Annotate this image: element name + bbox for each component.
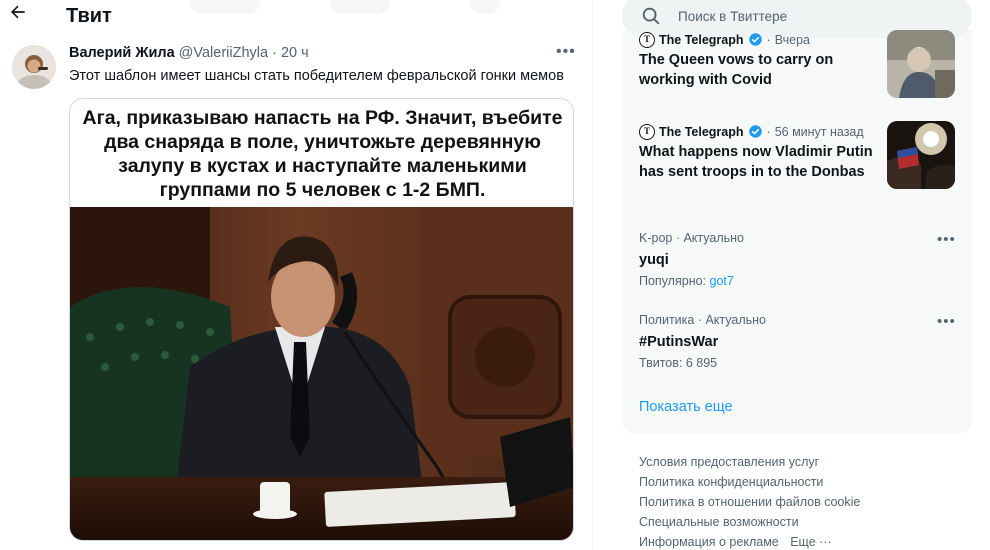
footer-link-privacy[interactable]: Политика конфиденциальности — [639, 472, 860, 492]
show-more-link[interactable]: Показать еще — [639, 399, 733, 415]
tweet-timestamp[interactable]: 20 ч — [281, 45, 309, 61]
footer-link-ads-info[interactable]: Информация о рекламе — [639, 535, 779, 549]
trend-name: #PutinsWar — [639, 334, 719, 350]
footer-link-accessibility[interactable]: Специальные возможности — [639, 512, 860, 532]
page-title: Твит — [66, 5, 112, 27]
trend-category: Политика · Актуально — [639, 313, 766, 327]
trend-more-button[interactable]: ••• — [937, 313, 956, 330]
news-source-name: The Telegraph — [659, 124, 744, 139]
separator-dot: · — [272, 45, 277, 61]
verified-badge-icon — [748, 33, 762, 46]
telegraph-logo-icon: T — [639, 123, 655, 140]
trend-category: K-pop · Актуально — [639, 231, 744, 245]
news-source: T The Telegraph · 56 минут назад — [639, 123, 874, 140]
news-item[interactable]: T The Telegraph · Вчера The Queen vows t… — [639, 31, 874, 90]
author-avatar[interactable] — [12, 45, 56, 89]
more-dots-icon: ··· — [819, 535, 832, 549]
news-source: T The Telegraph · Вчера — [639, 31, 874, 48]
author-name[interactable]: Валерий Жила — [69, 45, 175, 61]
search-input[interactable] — [678, 5, 948, 27]
search-icon — [642, 7, 660, 25]
tweet-text: Этот шаблон имеет шансы стать победителе… — [69, 68, 564, 84]
separator-dot: · — [766, 32, 771, 47]
author-handle[interactable]: @ValeriiZhyla — [179, 45, 268, 61]
news-item[interactable]: T The Telegraph · 56 минут назад What ha… — [639, 123, 874, 182]
media-caption: Ага, приказываю напасть на РФ. Значит, в… — [82, 107, 563, 201]
trend-more-button[interactable]: ••• — [937, 231, 956, 248]
page-header: Твит — [0, 0, 593, 32]
separator-dot: · — [766, 124, 771, 139]
tweet-more-button[interactable]: ••• — [556, 42, 576, 62]
trend-item[interactable]: Политика · Актуально #PutinsWar Твитов: … — [639, 313, 959, 370]
footer-more-label: Еще — [790, 535, 816, 549]
news-title: What happens now Vladimir Putin has sent… — [639, 144, 873, 180]
trend-name: yuqi — [639, 252, 669, 268]
trend-subtext: Популярно: got7 — [639, 274, 959, 288]
trend-sub-label: Популярно: — [639, 274, 707, 288]
media-photo — [70, 207, 573, 540]
header-backdrop — [330, 0, 390, 14]
news-thumbnail[interactable] — [887, 121, 955, 189]
tweet-media[interactable]: Ага, приказываю напасть на РФ. Значит, в… — [69, 98, 574, 541]
telegraph-logo-icon: T — [639, 31, 655, 48]
header-backdrop — [190, 0, 260, 14]
main-column: Твит Валерий Жила @ValeriiZhyla · 20 ч •… — [0, 0, 593, 550]
back-arrow-icon — [11, 5, 25, 19]
trend-tweet-count: Твитов: 6 895 — [639, 356, 718, 370]
verified-badge-icon — [748, 125, 762, 138]
footer-link-terms[interactable]: Условия предоставления услуг — [639, 452, 860, 472]
footer-more-button[interactable]: Еще ··· — [790, 535, 831, 549]
footer-links: Условия предоставления услуг Политика ко… — [639, 452, 860, 550]
news-title: The Queen vows to carry on working with … — [639, 52, 834, 88]
header-backdrop — [470, 0, 500, 14]
more-dots-icon: ••• — [937, 231, 956, 248]
news-thumbnail[interactable] — [887, 30, 955, 98]
tweet-header: Валерий Жила @ValeriiZhyla · 20 ч — [69, 45, 309, 61]
back-button[interactable] — [8, 2, 32, 26]
news-time: Вчера — [774, 32, 810, 47]
more-dots-icon: ••• — [556, 43, 576, 60]
news-time: 56 минут назад — [774, 124, 864, 139]
more-dots-icon: ••• — [937, 313, 956, 330]
trend-related-link[interactable]: got7 — [710, 274, 734, 288]
news-source-name: The Telegraph — [659, 32, 744, 47]
trend-item[interactable]: K-pop · Актуально yuqi Популярно: got7 — [639, 231, 959, 288]
footer-link-cookies[interactable]: Политика в отношении файлов cookie — [639, 492, 860, 512]
